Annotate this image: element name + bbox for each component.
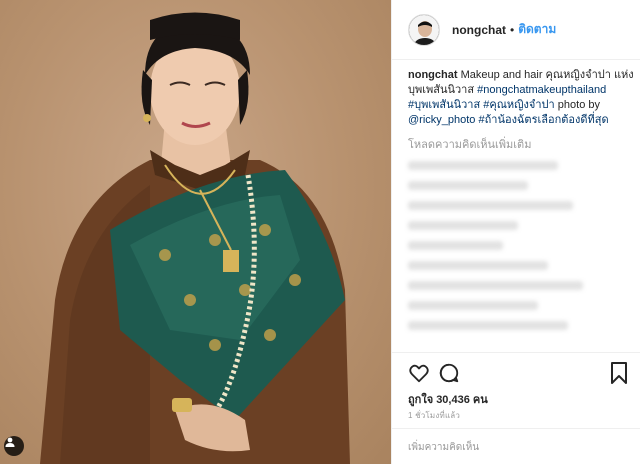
post-details-panel: nongchat • ติดตาม nongchat Makeup and ha…: [391, 0, 640, 464]
heart-icon[interactable]: [408, 362, 430, 389]
blurred-comment: [408, 281, 583, 290]
add-comment-input[interactable]: เพิ่มความคิดเห็น: [408, 440, 479, 455]
blurred-comment: [408, 241, 503, 250]
bookmark-icon[interactable]: [610, 362, 628, 389]
load-more-comments-button[interactable]: โหลดความคิดเห็นเพิ่มเติม: [408, 138, 636, 153]
blurred-comment: [408, 201, 573, 210]
post-photo[interactable]: [0, 0, 391, 464]
comments-section: nongchat Makeup and hair คุณหญิงจำปา แห่…: [408, 68, 636, 341]
post-timestamp[interactable]: 1 ชั่วโมงที่แล้ว: [408, 409, 460, 422]
blurred-comment: [408, 221, 518, 230]
follow-button[interactable]: ติดตาม: [518, 20, 556, 39]
comment-icon[interactable]: [438, 362, 460, 389]
action-bar: [408, 362, 628, 386]
like-count[interactable]: ถูกใจ 30,436 คน: [408, 390, 488, 408]
hashtag-link[interactable]: #คุณหญิงจำปา: [483, 99, 554, 111]
post-caption: nongchat Makeup and hair คุณหญิงจำปา แห่…: [408, 68, 636, 128]
divider: [392, 428, 640, 429]
blurred-comment: [408, 261, 548, 270]
hashtag-link[interactable]: #ถ้าน้องฉัตรเลือกต้องดีที่สุด: [478, 114, 608, 126]
blurred-comments: [408, 161, 636, 330]
blurred-comment: [408, 161, 558, 170]
blurred-comment: [408, 181, 528, 190]
caption-username[interactable]: nongchat: [408, 69, 458, 81]
divider: [392, 352, 640, 353]
avatar[interactable]: [408, 13, 440, 46]
portrait-illustration: [40, 12, 350, 464]
separator-dot: •: [510, 22, 515, 37]
photo-credit-text: photo by: [557, 99, 600, 111]
photographer-mention[interactable]: @ricky_photo: [408, 114, 475, 126]
blurred-comment: [408, 301, 538, 310]
user-tag-icon[interactable]: [4, 436, 24, 456]
header-username[interactable]: nongchat: [452, 23, 506, 37]
blurred-comment: [408, 321, 568, 330]
post-header: nongchat • ติดตาม: [392, 0, 640, 60]
